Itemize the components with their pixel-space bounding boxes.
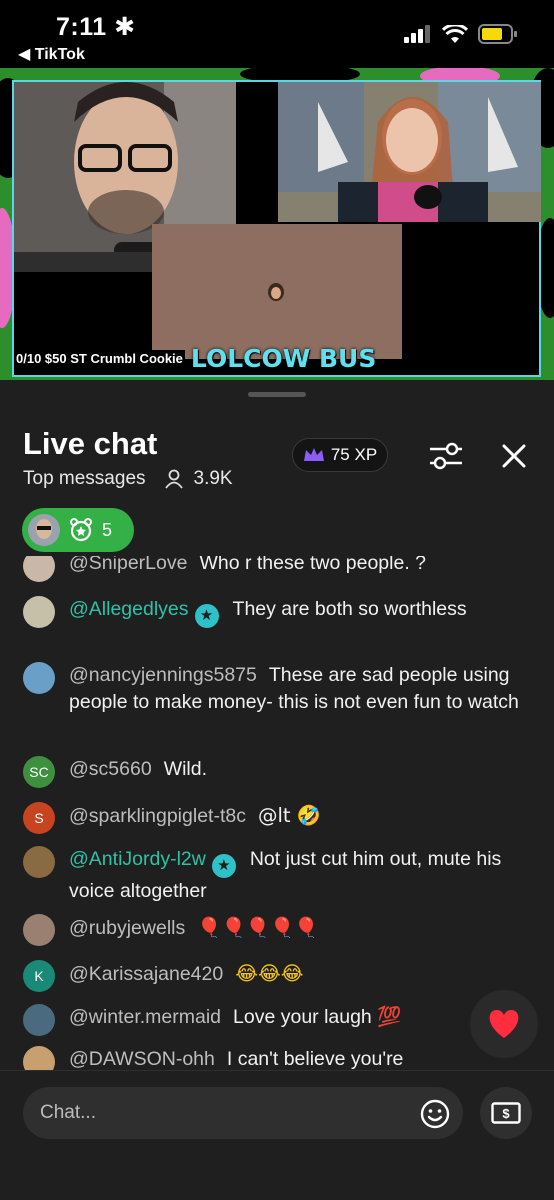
status-icons (404, 24, 518, 44)
chat-text: Who r these two people. ? (199, 556, 426, 574)
tip-button[interactable]: $ (480, 1087, 532, 1139)
team-badge-icon (70, 518, 92, 542)
streamer-cam-right (278, 82, 541, 222)
chat-message[interactable]: SC @sc5660 Wild. (23, 756, 523, 788)
xp-label: 75 XP (330, 445, 378, 464)
stream-logo: LOLCOW BUS (190, 344, 377, 373)
stream-frame: 0/10 $50 ST Crumbl Cookie LOLCOW BUS (12, 80, 541, 377)
heart-icon (489, 1009, 519, 1038)
subscriber-star-icon: ★ (211, 854, 236, 878)
chat-message[interactable]: @rubyjewells 🎈🎈🎈🎈🎈 (23, 914, 523, 946)
gear-asterisk-icon: ✱ (114, 13, 136, 41)
team-members-pill[interactable]: 5 (22, 508, 134, 552)
close-icon (502, 444, 526, 468)
small-avatar (268, 283, 284, 301)
chat-input-bar: Chat... $ (0, 1070, 554, 1200)
chat-username[interactable]: @Allegedlyes (69, 598, 189, 620)
back-to-tiktok-link[interactable]: ◀ TikTok (18, 44, 85, 64)
status-bar: 7:11 ✱ ◀ TikTok (0, 0, 554, 68)
subscriber-star-icon: ★ (194, 604, 219, 628)
live-chat-title: Live chat (23, 426, 158, 461)
avatar (23, 914, 55, 946)
live-video[interactable]: 0/10 $50 ST Crumbl Cookie LOLCOW BUS (0, 68, 554, 381)
signal-icon (404, 25, 430, 43)
avatar (23, 662, 55, 694)
smiley-icon (420, 1099, 450, 1129)
chat-message[interactable]: S @sparklingpiglet-t8c @lt 🤣 (23, 802, 523, 834)
chat-text: 😂😂😂 (235, 962, 304, 985)
chat-message[interactable]: @Allegedlyes ★ They are both so worthless (23, 596, 523, 628)
avatar: S (23, 802, 55, 834)
svg-text:$: $ (502, 1106, 510, 1121)
chat-message[interactable]: @SniperLove Who r these two people. ? (23, 556, 523, 582)
avatar (23, 1046, 55, 1071)
chat-username[interactable]: @rubyjewells (69, 917, 185, 939)
sliders-icon (430, 442, 462, 470)
xp-pill[interactable]: 75 XP (292, 438, 388, 472)
chat-username[interactable]: @AntiJordy-l2w (69, 848, 206, 870)
chat-username[interactable]: @winter.mermaid (69, 1006, 221, 1028)
crown-icon (303, 448, 324, 461)
person-icon (164, 469, 183, 489)
chat-username[interactable]: @DAWSON-ohh (69, 1048, 215, 1070)
chat-text: @lt 🤣 (257, 804, 322, 827)
avatar: K (23, 960, 55, 992)
chat-username[interactable]: @SniperLove (69, 556, 187, 574)
filter-settings-button[interactable] (428, 440, 464, 472)
clock: 7:11 ✱ (56, 13, 136, 41)
emoji-button[interactable] (420, 1099, 450, 1129)
chat-message[interactable]: K @Karissajane420 😂😂😂 (23, 960, 523, 992)
drag-handle[interactable] (248, 392, 306, 397)
avatar (23, 596, 55, 628)
chat-message[interactable]: @DAWSON-ohh I can't believe you're (23, 1046, 523, 1071)
top-messages-label[interactable]: Top messages (23, 468, 146, 490)
stream-overlay: 0/10 $50 ST Crumbl Cookie LOLCOW BUS (14, 344, 376, 373)
like-heart-button[interactable] (470, 990, 538, 1058)
chat-username[interactable]: @nancyjennings5875 (69, 664, 257, 686)
chat-text: Wild. (163, 758, 208, 780)
goal-ticker: 0/10 $50 ST Crumbl Cookie (14, 350, 185, 367)
avatar (28, 514, 60, 546)
viewer-count: 3.9K (193, 468, 233, 489)
chat-input[interactable]: Chat... (23, 1087, 463, 1139)
avatar: SC (23, 756, 55, 788)
chat-message[interactable]: @nancyjennings5875 These are sad people u… (23, 662, 523, 716)
stream-panel (152, 224, 402, 359)
chat-text: 🎈🎈🎈🎈🎈 (197, 916, 319, 939)
chat-username[interactable]: @sparklingpiglet-t8c (69, 805, 246, 827)
avatar (23, 1004, 55, 1036)
close-button[interactable] (500, 442, 528, 470)
chat-message[interactable]: @AntiJordy-l2w ★ Not just cut him out, mut… (23, 846, 523, 905)
chat-username[interactable]: @Karissajane420 (69, 963, 223, 985)
avatar (23, 556, 55, 582)
chat-message-list[interactable]: @SniperLove Who r these two people. ? @Al… (0, 556, 554, 1071)
wifi-icon (442, 24, 468, 43)
dollar-bill-icon: $ (491, 1102, 521, 1124)
avatar (23, 846, 55, 878)
chat-text: I can't believe you're (226, 1048, 404, 1070)
team-count: 5 (102, 519, 113, 540)
chat-username[interactable]: @sc5660 (69, 758, 152, 780)
chat-subheader: Top messages 3.9K (23, 468, 233, 490)
chat-text: They are both so worthless (232, 598, 467, 620)
chat-message[interactable]: @winter.mermaid Love your laugh 💯 (23, 1004, 523, 1036)
chat-text: Love your laugh 💯 (233, 1006, 402, 1028)
live-chat-sheet: Live chat Top messages 3.9K 75 XP 5 @Sni… (0, 380, 554, 1200)
battery-icon (478, 24, 517, 44)
